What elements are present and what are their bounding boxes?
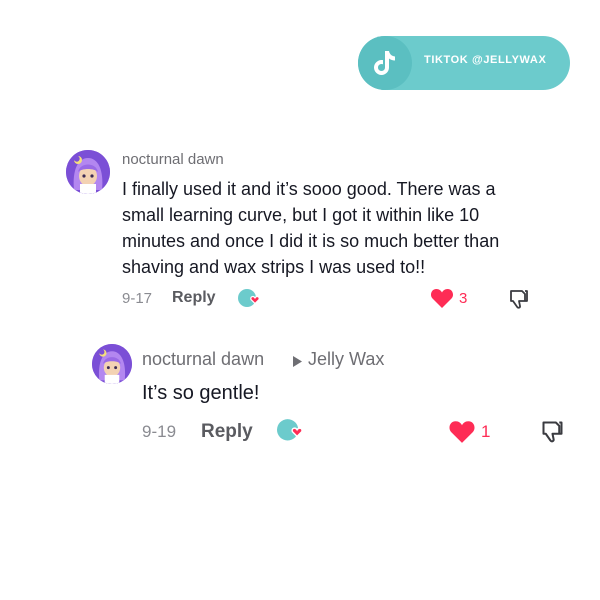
- creator-liked-icon: [236, 288, 262, 315]
- dislike-icon[interactable]: [539, 418, 566, 450]
- comment-author[interactable]: nocturnal dawn: [122, 151, 224, 168]
- creator-liked-icon: [274, 418, 306, 449]
- like-count: 1: [481, 422, 491, 441]
- like-heart-icon[interactable]: [430, 287, 454, 314]
- badge-text: TIKTOK @JELLYWAX: [424, 54, 547, 66]
- tiktok-logo-icon: [358, 36, 412, 90]
- comment-author[interactable]: nocturnal dawn: [142, 349, 264, 370]
- avatar[interactable]: [92, 344, 132, 384]
- like-count: 3: [459, 290, 468, 307]
- like-heart-icon[interactable]: [448, 419, 476, 449]
- tiktok-handle-badge: TIKTOK @JELLYWAX: [358, 36, 570, 90]
- dislike-icon[interactable]: [507, 287, 531, 316]
- comment-date: 9-17: [122, 290, 153, 307]
- reply-button[interactable]: Reply: [172, 289, 216, 307]
- comment-text: I finally used it and it’s sooo good. Th…: [122, 179, 500, 277]
- avatar[interactable]: [66, 150, 110, 194]
- comment-text: It’s so gentle!: [142, 382, 260, 404]
- reply-arrow-icon: [293, 354, 302, 372]
- comment-date: 9-19: [142, 422, 177, 441]
- reply-button[interactable]: Reply: [201, 421, 253, 443]
- reply-to-name[interactable]: Jelly Wax: [308, 349, 384, 370]
